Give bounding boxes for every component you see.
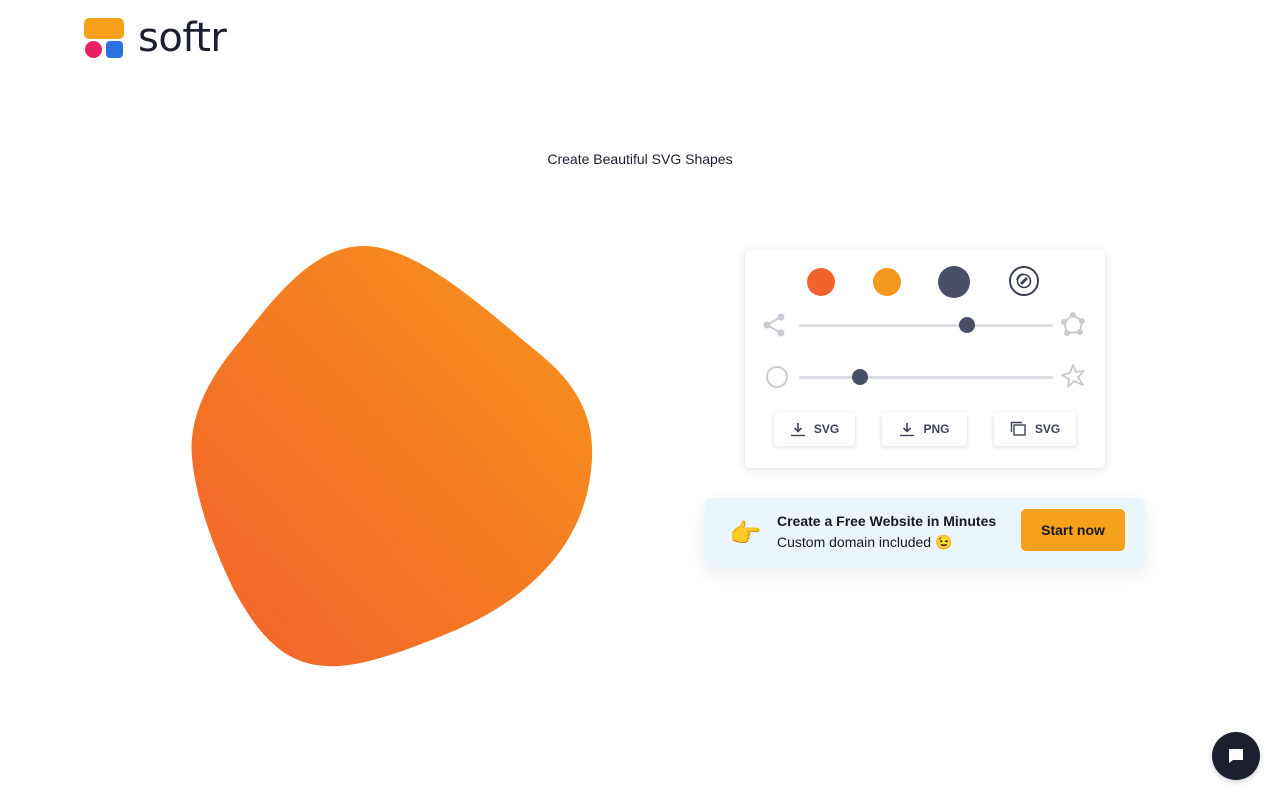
randomness-slider-thumb[interactable] xyxy=(851,369,868,385)
promo-subtitle: Custom domain included 😉 xyxy=(777,534,953,550)
download-svg-button[interactable]: SVG xyxy=(774,412,855,446)
low-complexity-icon xyxy=(763,313,785,337)
complexity-slider[interactable] xyxy=(799,317,1053,333)
chat-icon xyxy=(1229,749,1243,763)
shuffle-button[interactable] xyxy=(1009,266,1039,296)
chat-launcher-button[interactable] xyxy=(1212,732,1260,780)
shape-controls-panel: SVG PNG SVG xyxy=(745,250,1105,468)
download-icon xyxy=(900,423,915,437)
complexity-slider-thumb[interactable] xyxy=(958,317,975,333)
shuffle-icon xyxy=(1016,273,1032,289)
softr-logo-mark xyxy=(84,17,124,59)
download-icon xyxy=(790,423,805,437)
randomness-slider[interactable] xyxy=(799,369,1053,385)
brand-name: softr xyxy=(138,15,227,61)
start-now-button[interactable]: Start now xyxy=(1021,509,1125,551)
pointing-hand-icon: 👉 xyxy=(729,518,762,548)
copy-svg-button[interactable]: SVG xyxy=(994,412,1076,446)
promo-title: Create a Free Website in Minutes xyxy=(777,513,997,529)
softr-logo[interactable]: softr xyxy=(84,15,227,61)
download-png-button[interactable]: PNG xyxy=(882,412,967,446)
circle-icon xyxy=(766,366,788,388)
star-shape-icon xyxy=(1061,364,1085,388)
download-svg-label: SVG xyxy=(813,422,840,436)
page-title: Create Beautiful SVG Shapes xyxy=(547,151,733,167)
color-swatch-orange-red[interactable] xyxy=(807,268,835,296)
color-swatch-orange[interactable] xyxy=(873,268,901,296)
copy-svg-label: SVG xyxy=(1034,422,1061,436)
copy-icon xyxy=(1010,421,1026,436)
generated-blob-shape xyxy=(191,245,593,667)
promo-banner: 👉 Create a Free Website in Minutes Custo… xyxy=(705,498,1145,568)
color-swatch-slate[interactable] xyxy=(938,266,970,298)
download-png-label: PNG xyxy=(923,422,950,436)
high-complexity-icon xyxy=(1061,312,1085,336)
